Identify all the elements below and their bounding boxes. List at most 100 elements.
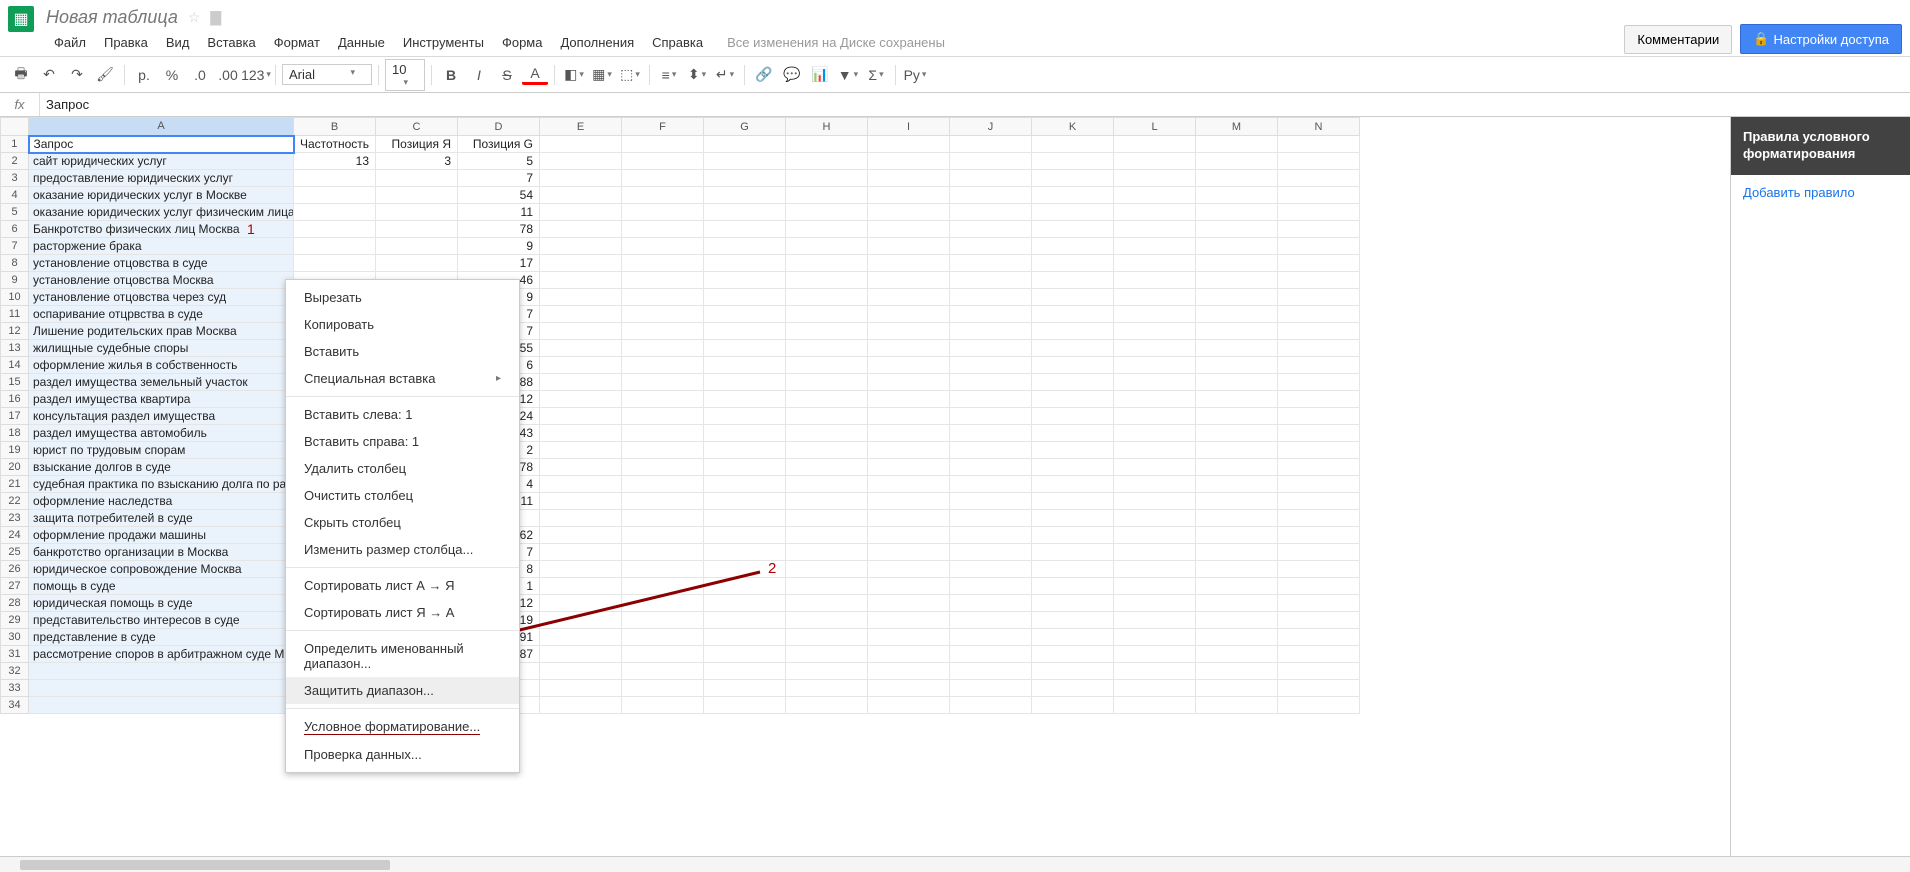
cell[interactable] [1278, 272, 1360, 289]
cell[interactable] [1278, 612, 1360, 629]
cell[interactable] [1114, 697, 1196, 714]
cell[interactable] [1032, 646, 1114, 663]
cell[interactable] [29, 697, 294, 714]
cell[interactable]: 3 [376, 153, 458, 170]
cell[interactable] [1032, 629, 1114, 646]
cell[interactable] [950, 595, 1032, 612]
cell[interactable] [540, 697, 622, 714]
cell[interactable] [29, 680, 294, 697]
cell[interactable] [540, 255, 622, 272]
cell[interactable] [950, 306, 1032, 323]
cell[interactable] [376, 255, 458, 272]
horizontal-scrollbar[interactable] [0, 856, 1910, 872]
cell[interactable] [704, 187, 786, 204]
cell[interactable] [622, 340, 704, 357]
row-header[interactable]: 31 [1, 646, 29, 663]
menu-файл[interactable]: Файл [46, 31, 94, 54]
row-header[interactable]: 5 [1, 204, 29, 221]
cell[interactable] [704, 221, 786, 238]
cell[interactable] [1278, 680, 1360, 697]
cell[interactable] [622, 136, 704, 153]
cell[interactable] [950, 544, 1032, 561]
folder-icon[interactable]: ▇ [210, 9, 221, 26]
cell[interactable] [622, 476, 704, 493]
cell[interactable] [1114, 425, 1196, 442]
cell[interactable]: юридическое сопровождение Москва [29, 561, 294, 578]
cell[interactable]: 54 [458, 187, 540, 204]
cell[interactable] [1278, 408, 1360, 425]
cell[interactable] [540, 595, 622, 612]
cell[interactable]: установление отцовства через суд [29, 289, 294, 306]
row-header[interactable]: 32 [1, 663, 29, 680]
cell[interactable] [622, 595, 704, 612]
row-header[interactable]: 11 [1, 306, 29, 323]
row-header[interactable]: 15 [1, 374, 29, 391]
cell[interactable]: оказание юридических услуг в Москве [29, 187, 294, 204]
borders-icon[interactable]: ▦▾ [589, 62, 615, 88]
cell[interactable]: рассмотрение споров в арбитражном суде М… [29, 646, 294, 663]
cell[interactable] [1278, 153, 1360, 170]
cell[interactable] [1278, 374, 1360, 391]
text-wrap-icon[interactable]: ↵▾ [712, 62, 738, 88]
cell[interactable] [1114, 204, 1196, 221]
cell[interactable] [622, 612, 704, 629]
cell[interactable] [950, 153, 1032, 170]
cell[interactable] [1196, 255, 1278, 272]
cell[interactable]: 78 [458, 221, 540, 238]
strikethrough-icon[interactable]: S [494, 62, 520, 88]
cell[interactable]: юрист по трудовым спорам [29, 442, 294, 459]
cell[interactable] [786, 476, 868, 493]
cell[interactable] [704, 289, 786, 306]
cell[interactable] [540, 187, 622, 204]
context-menu-item[interactable]: Специальная вставка▸ [286, 365, 519, 392]
cell[interactable] [704, 374, 786, 391]
cell[interactable] [786, 612, 868, 629]
cell[interactable] [1114, 340, 1196, 357]
cell[interactable] [704, 697, 786, 714]
context-menu-item[interactable]: Определить именованный диапазон... [286, 635, 519, 677]
cell[interactable] [868, 272, 950, 289]
cell[interactable] [1196, 136, 1278, 153]
row-header[interactable]: 4 [1, 187, 29, 204]
cell[interactable]: 11 [458, 204, 540, 221]
cell[interactable] [540, 374, 622, 391]
context-menu-item[interactable]: Вырезать [286, 284, 519, 311]
cell[interactable] [786, 459, 868, 476]
cell[interactable] [1114, 578, 1196, 595]
cell[interactable] [622, 697, 704, 714]
cell[interactable] [868, 340, 950, 357]
cell[interactable] [294, 255, 376, 272]
cell[interactable] [1032, 204, 1114, 221]
cell[interactable]: 7 [458, 170, 540, 187]
cell[interactable] [1114, 357, 1196, 374]
context-menu-item[interactable]: Сортировать лист Я → А [286, 599, 519, 626]
h-align-icon[interactable]: ≡▾ [656, 62, 682, 88]
cell[interactable] [540, 646, 622, 663]
cell[interactable] [1196, 340, 1278, 357]
cell[interactable] [950, 408, 1032, 425]
cell[interactable] [540, 425, 622, 442]
cell[interactable] [1278, 459, 1360, 476]
cell[interactable] [1114, 527, 1196, 544]
cell[interactable] [786, 510, 868, 527]
cell[interactable] [1114, 459, 1196, 476]
cell[interactable] [1032, 442, 1114, 459]
cell[interactable] [950, 527, 1032, 544]
menu-данные[interactable]: Данные [330, 31, 393, 54]
cell[interactable] [1032, 595, 1114, 612]
cell[interactable] [786, 374, 868, 391]
row-header[interactable]: 21 [1, 476, 29, 493]
cell[interactable] [540, 442, 622, 459]
cell[interactable] [1278, 561, 1360, 578]
cell[interactable] [376, 221, 458, 238]
cell[interactable] [1196, 187, 1278, 204]
cell[interactable] [1114, 153, 1196, 170]
col-header-E[interactable]: E [540, 118, 622, 136]
cell[interactable]: 13 [294, 153, 376, 170]
formula-input[interactable]: Запрос [40, 97, 1910, 112]
cell[interactable]: Частотность [294, 136, 376, 153]
row-header[interactable]: 12 [1, 323, 29, 340]
cell[interactable] [622, 408, 704, 425]
cell[interactable] [1196, 204, 1278, 221]
cell[interactable] [622, 544, 704, 561]
